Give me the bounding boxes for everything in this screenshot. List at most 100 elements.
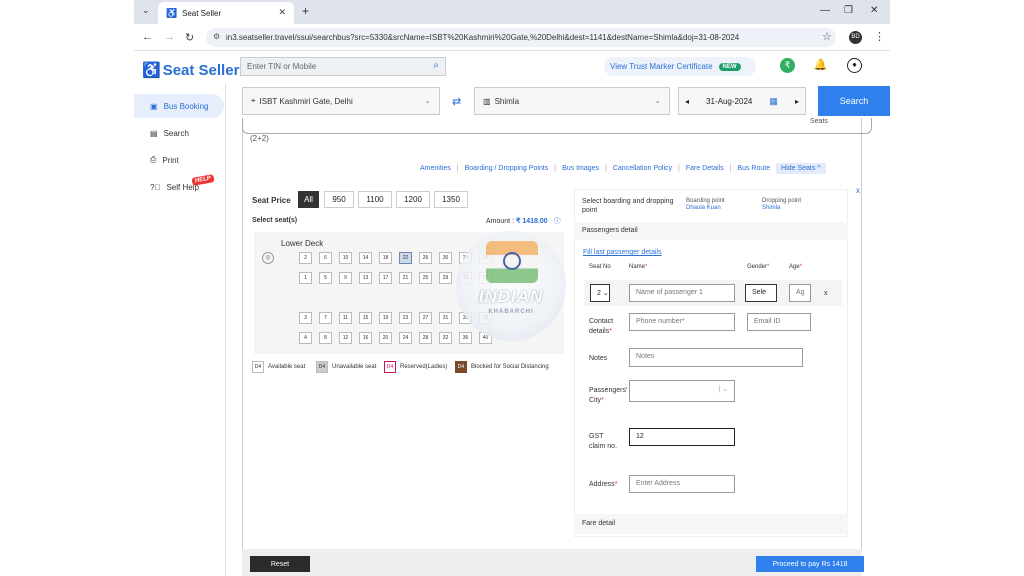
seat-36[interactable]: 36 bbox=[459, 332, 472, 344]
journey-date-picker[interactable]: ◂ 31-Aug-2024 ▦ ▸ bbox=[678, 87, 806, 115]
fill-last-passenger-link[interactable]: Fill last passenger details bbox=[583, 249, 662, 256]
reload-icon[interactable]: ↻ bbox=[185, 31, 194, 44]
seat-4[interactable]: 4 bbox=[299, 332, 312, 344]
browser-tab[interactable]: ♿ Seat Seller ✕ bbox=[158, 2, 294, 24]
dropping-point-select[interactable]: Dropping point Shimla bbox=[762, 198, 801, 211]
seat-24[interactable]: 24 bbox=[399, 332, 412, 344]
price-filter-1350[interactable]: 1350 bbox=[434, 191, 468, 208]
seat-2[interactable]: 2 bbox=[299, 252, 312, 264]
proceed-to-pay-button[interactable]: Proceed to pay Rs 1418 bbox=[756, 556, 864, 572]
seat-11[interactable]: 11 bbox=[339, 312, 352, 324]
back-icon[interactable]: ← bbox=[142, 31, 153, 43]
prev-date-icon[interactable]: ◂ bbox=[685, 97, 689, 106]
app-logo[interactable]: ♿ Seat Seller bbox=[142, 61, 239, 79]
seat-17[interactable]: 17 bbox=[379, 272, 392, 284]
seat-32[interactable]: 32 bbox=[439, 332, 452, 344]
next-date-icon[interactable]: ▸ bbox=[795, 97, 799, 106]
seat-31[interactable]: 31 bbox=[439, 312, 452, 324]
seat-15[interactable]: 15 bbox=[359, 312, 372, 324]
seat-21[interactable]: 21 bbox=[399, 272, 412, 284]
seat-3[interactable]: 3 bbox=[299, 312, 312, 324]
close-tab-icon[interactable]: ✕ bbox=[278, 7, 286, 18]
seat-20[interactable]: 20 bbox=[379, 332, 392, 344]
seat-6[interactable]: 6 bbox=[319, 252, 332, 264]
legend-blocked: D4 Blocked for Social Distancing bbox=[455, 361, 549, 373]
seat-9[interactable]: 9 bbox=[339, 272, 352, 284]
seat-16[interactable]: 16 bbox=[359, 332, 372, 344]
seat-8[interactable]: 8 bbox=[319, 332, 332, 344]
link-bus-route[interactable]: Bus Route bbox=[737, 165, 770, 172]
email-input[interactable]: Email ID bbox=[747, 313, 811, 331]
new-badge: NEW bbox=[718, 62, 741, 71]
link-boarding-points[interactable]: Boarding / Dropping Points bbox=[465, 165, 549, 172]
new-tab-icon[interactable]: + bbox=[302, 4, 309, 18]
trust-marker-button[interactable]: View Trust Marker Certificate NEW bbox=[604, 57, 756, 76]
seat-25[interactable]: 25 bbox=[419, 272, 432, 284]
seat-29[interactable]: 29 bbox=[439, 272, 452, 284]
seat-28[interactable]: 28 bbox=[419, 332, 432, 344]
hide-seats-button[interactable]: Hide Seats ^ bbox=[776, 163, 826, 174]
calendar-icon[interactable]: ▦ bbox=[769, 96, 778, 107]
bell-icon[interactable]: 🔔 bbox=[813, 58, 828, 73]
price-filter-all[interactable]: All bbox=[298, 191, 319, 208]
link-cancellation-policy[interactable]: Cancellation Policy bbox=[613, 165, 672, 172]
url-field[interactable]: ⚙ in3.seatseller.travel/ssui/searchbus?s… bbox=[206, 28, 836, 47]
passenger-name-input[interactable]: Name of passenger 1 bbox=[629, 284, 735, 302]
tab-list-chevron-icon[interactable]: ⌄ bbox=[142, 5, 150, 16]
bookmark-star-icon[interactable]: ☆ bbox=[822, 30, 832, 43]
window-close-icon[interactable]: ✕ bbox=[870, 5, 878, 16]
close-panel-icon[interactable]: x bbox=[856, 186, 860, 195]
seat-30[interactable]: 30 bbox=[439, 252, 452, 264]
seat-26[interactable]: 26 bbox=[419, 252, 432, 264]
search-icon[interactable]: ⌕ bbox=[433, 60, 439, 71]
boarding-point-select[interactable]: Boarding point Dhaula Kuan bbox=[686, 198, 725, 211]
link-fare-details[interactable]: Fare Details bbox=[686, 165, 724, 172]
link-bus-images[interactable]: Bus Images bbox=[562, 165, 599, 172]
remove-passenger-icon[interactable]: x bbox=[824, 289, 828, 299]
info-icon[interactable]: ⓘ bbox=[554, 218, 561, 225]
price-filter-950[interactable]: 950 bbox=[324, 191, 354, 208]
sidebar-item-search[interactable]: ▤ Search bbox=[134, 121, 224, 145]
user-account-icon[interactable]: ● bbox=[847, 58, 862, 73]
swap-cities-icon[interactable]: ⇄ bbox=[452, 95, 461, 108]
seat-no-select[interactable]: 2 ⌄ bbox=[590, 284, 610, 302]
seat-1[interactable]: 1 bbox=[299, 272, 312, 284]
gst-claim-input[interactable]: 12 bbox=[629, 428, 735, 446]
boarding-value: Dhaula Kuan bbox=[686, 205, 721, 211]
fare-detail-section[interactable]: Fare detail bbox=[574, 514, 848, 534]
seat-10[interactable]: 10 bbox=[339, 252, 352, 264]
seat-19[interactable]: 19 bbox=[379, 312, 392, 324]
address-input[interactable]: Enter Address bbox=[629, 475, 735, 493]
search-button[interactable]: Search bbox=[818, 86, 890, 116]
seat-12[interactable]: 12 bbox=[339, 332, 352, 344]
sidebar-item-print[interactable]: ⎙ Print bbox=[134, 148, 224, 172]
notes-textarea[interactable]: Notes bbox=[629, 348, 803, 367]
seat-7[interactable]: 7 bbox=[319, 312, 332, 324]
seat-27[interactable]: 27 bbox=[419, 312, 432, 324]
seat-22[interactable]: 22 bbox=[399, 252, 412, 264]
site-info-icon[interactable]: ⚙ bbox=[213, 32, 220, 41]
seat-18[interactable]: 18 bbox=[379, 252, 392, 264]
restore-icon[interactable]: ❐ bbox=[844, 5, 853, 16]
sidebar-item-bus-booking[interactable]: ▣ Bus Booking bbox=[134, 94, 224, 118]
gender-select[interactable]: Sele bbox=[745, 284, 777, 302]
rupee-wallet-icon[interactable]: ₹ bbox=[780, 58, 795, 73]
price-filter-1100[interactable]: 1100 bbox=[358, 191, 392, 208]
seat-13[interactable]: 13 bbox=[359, 272, 372, 284]
tin-search-input[interactable]: Enter TIN or Mobile ⌕ bbox=[240, 57, 446, 76]
phone-number-input[interactable]: Phone number* bbox=[629, 313, 735, 331]
reset-button[interactable]: Reset bbox=[250, 556, 310, 572]
seat-23[interactable]: 23 bbox=[399, 312, 412, 324]
seat-14[interactable]: 14 bbox=[359, 252, 372, 264]
browser-menu-icon[interactable]: ⋮ bbox=[874, 30, 885, 43]
destination-city-select[interactable]: ▥ Shimla ⌄ bbox=[474, 87, 670, 115]
price-filter-1200[interactable]: 1200 bbox=[396, 191, 430, 208]
forward-icon[interactable]: → bbox=[164, 31, 175, 43]
link-amenities[interactable]: Amenities bbox=[420, 165, 451, 172]
seat-5[interactable]: 5 bbox=[319, 272, 332, 284]
minimize-icon[interactable]: — bbox=[820, 5, 830, 16]
source-city-select[interactable]: ⌖ ISBT Kashmiri Gate, Delhi ⌄ bbox=[242, 87, 440, 115]
age-input[interactable]: Ag bbox=[789, 284, 811, 302]
profile-avatar[interactable]: BD bbox=[849, 31, 862, 44]
passengers-city-select[interactable]: | ⌄ bbox=[629, 380, 735, 402]
